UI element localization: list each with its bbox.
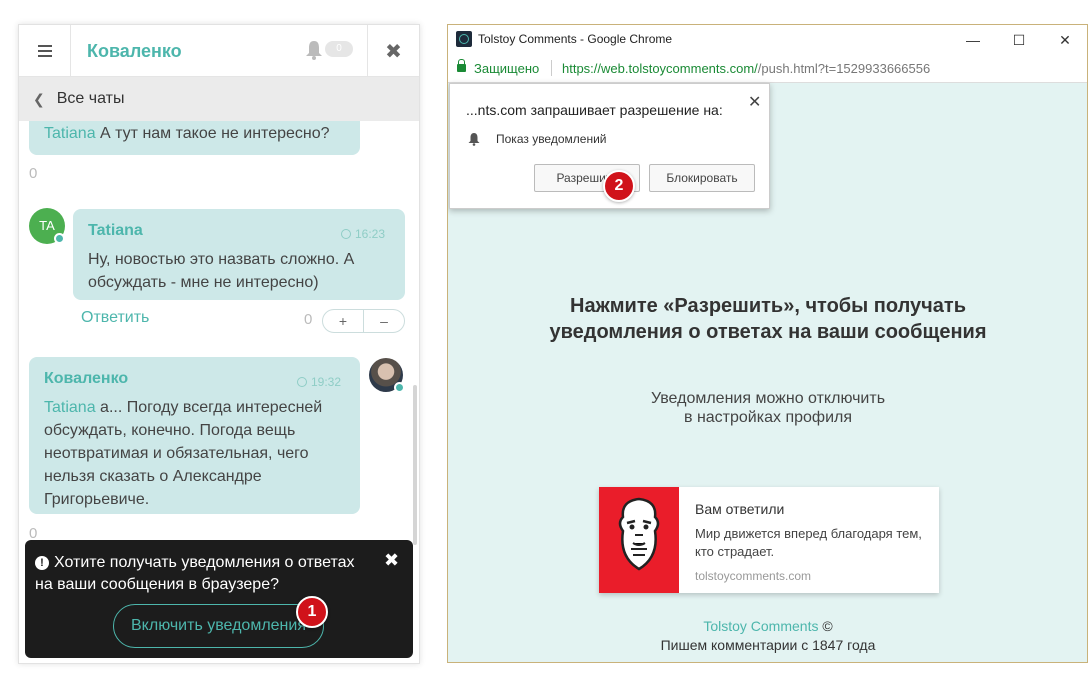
downvote-button[interactable]: – bbox=[364, 310, 404, 332]
page-footer: Tolstoy Comments © Пишем комментарии с 1… bbox=[568, 617, 968, 655]
message-time: 19:32 bbox=[297, 371, 341, 394]
step-badge: 1 bbox=[296, 596, 328, 628]
minimize-button[interactable]: — bbox=[953, 29, 993, 51]
bell-icon[interactable] bbox=[305, 40, 323, 60]
notification-prompt: ! Хотите получать уведомления о ответах н… bbox=[25, 540, 413, 658]
scrollbar[interactable] bbox=[413, 385, 417, 545]
push-notification-preview: Вам ответили Мир движется вперед благода… bbox=[599, 487, 939, 593]
push-domain: tolstoycomments.com bbox=[695, 569, 812, 583]
url-text[interactable]: https://web.tolstoycomments.com//push.ht… bbox=[562, 61, 930, 76]
tolstoy-logo bbox=[599, 487, 679, 593]
vote-count: 0 bbox=[304, 311, 313, 328]
message-bubble: Tatiana А тут нам такое не интересно? bbox=[29, 121, 360, 155]
browser-window: Tolstoy Comments - Google Chrome — ☐ ✕ З… bbox=[447, 24, 1088, 663]
mention-link[interactable]: Tatiana bbox=[44, 125, 96, 142]
secure-label: Защищено bbox=[474, 61, 540, 76]
push-title: Вам ответили bbox=[695, 501, 785, 517]
vote-buttons: + – bbox=[322, 309, 405, 333]
footer-tagline: Пишем комментарии с 1847 года bbox=[660, 637, 876, 653]
message-time: 16:23 bbox=[341, 223, 385, 246]
close-icon[interactable]: ✕ bbox=[748, 92, 761, 112]
mention-link[interactable]: Tatiana bbox=[44, 399, 96, 416]
message-text: Tatiana а... Погоду всегда интересней об… bbox=[44, 399, 323, 508]
maximize-button[interactable]: ☐ bbox=[999, 29, 1039, 51]
vote-count: 0 bbox=[29, 165, 38, 182]
enable-notifications-button[interactable]: Включить уведомления bbox=[113, 604, 324, 648]
message-text: Ну, новостью это назвать сложно. А обсуж… bbox=[88, 251, 355, 291]
close-icon: ✖ bbox=[385, 40, 402, 63]
divider bbox=[551, 60, 552, 76]
all-chats-link[interactable]: ❮ Все чаты bbox=[19, 77, 419, 121]
block-button[interactable]: Блокировать bbox=[649, 164, 755, 192]
message-text: А тут нам такое не интересно? bbox=[95, 125, 330, 142]
bell-icon bbox=[468, 133, 480, 146]
clock-icon bbox=[341, 229, 351, 239]
alert-icon: ! bbox=[35, 556, 49, 570]
reply-link[interactable]: Ответить bbox=[81, 309, 149, 327]
window-close-button[interactable]: ✕ bbox=[1045, 29, 1085, 51]
push-body: Мир движется вперед благодаря тем, кто с… bbox=[695, 526, 922, 559]
step-badge: 2 bbox=[603, 170, 635, 202]
footer-brand-link[interactable]: Tolstoy Comments bbox=[703, 618, 818, 634]
chevron-left-icon: ❮ bbox=[33, 90, 45, 107]
message-bubble: Tatiana 16:23 Ну, новостью это назвать с… bbox=[73, 209, 405, 300]
permission-item: Показ уведомлений bbox=[496, 132, 607, 146]
prompt-text: ! Хотите получать уведомления о ответах н… bbox=[35, 554, 355, 593]
app-icon bbox=[456, 31, 472, 47]
title-bar: Tolstoy Comments - Google Chrome — ☐ ✕ bbox=[448, 25, 1087, 55]
online-status-dot bbox=[394, 382, 405, 393]
widget-header: Коваленко 0 ✖ bbox=[19, 25, 419, 77]
menu-button[interactable] bbox=[19, 25, 71, 77]
window-title: Tolstoy Comments - Google Chrome bbox=[478, 32, 673, 46]
close-button[interactable]: ✖ bbox=[367, 25, 419, 77]
page-subtext: Уведомления можно отключить в настройках… bbox=[650, 390, 886, 426]
chat-title: Коваленко bbox=[87, 41, 182, 61]
online-status-dot bbox=[54, 233, 65, 244]
permission-title: ...nts.com запрашивает разрешение на: bbox=[466, 102, 723, 118]
address-bar[interactable]: Защищено https://web.tolstoycomments.com… bbox=[448, 55, 1087, 83]
page-heading: Нажмите «Разрешить», чтобы получать увед… bbox=[549, 295, 987, 343]
upvote-button[interactable]: + bbox=[323, 310, 364, 332]
close-icon[interactable]: ✖ bbox=[384, 550, 399, 571]
all-chats-label: Все чаты bbox=[56, 90, 125, 107]
message-bubble: Коваленко 19:32 Tatiana а... Погоду всег… bbox=[29, 357, 360, 514]
menu-icon bbox=[37, 45, 52, 57]
notification-count: 0 bbox=[325, 41, 353, 57]
lock-icon bbox=[457, 59, 466, 72]
clock-icon bbox=[297, 377, 307, 387]
